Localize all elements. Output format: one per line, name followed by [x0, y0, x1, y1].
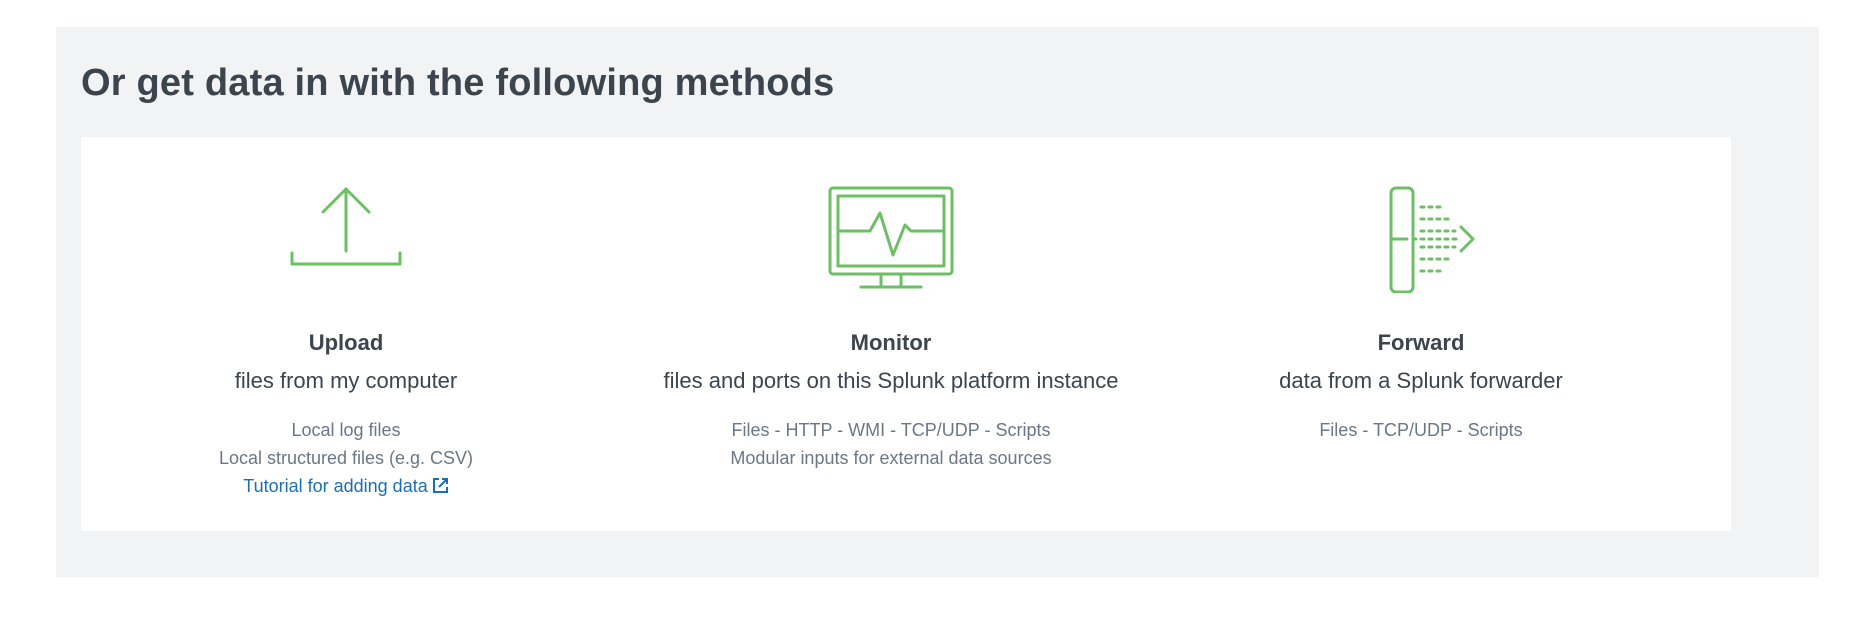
upload-method[interactable]: Upload files from my computer Local log … [201, 137, 491, 531]
forward-method[interactable]: Forward data from a Splunk forwarder Fil… [1256, 137, 1586, 531]
upload-title: Upload [308, 330, 384, 355]
tutorial-link-label: Tutorial for adding data [243, 476, 428, 496]
monitor-detail-line: Modular inputs for external data sources [730, 448, 1052, 468]
monitor-icon [827, 185, 955, 298]
monitor-details: Files - HTTP - WMI - TCP/UDP - Scripts M… [641, 416, 1141, 472]
monitor-title: Monitor [850, 330, 932, 355]
upload-icon [290, 185, 402, 276]
monitor-detail-line: Files - HTTP - WMI - TCP/UDP - Scripts [731, 420, 1051, 440]
methods-card: Upload files from my computer Local log … [81, 137, 1731, 531]
forward-details: Files - TCP/UDP - Scripts [1256, 416, 1586, 444]
forward-detail-line: Files - TCP/UDP - Scripts [1319, 420, 1523, 440]
monitor-method[interactable]: Monitor files and ports on this Splunk p… [641, 137, 1141, 531]
forward-subtitle: data from a Splunk forwarder [1279, 368, 1563, 393]
section-title: Or get data in with the following method… [81, 62, 835, 104]
forward-title: Forward [1377, 330, 1465, 355]
forwarder-icon [1365, 185, 1477, 298]
upload-detail-line: Local log files [291, 420, 401, 440]
external-link-icon [432, 478, 448, 493]
get-data-methods-panel: Or get data in with the following method… [56, 27, 1819, 577]
monitor-subtitle: files and ports on this Splunk platform … [663, 368, 1119, 393]
upload-detail-line: Local structured files (e.g. CSV) [218, 448, 474, 468]
upload-details: Local log files Local structured files (… [201, 416, 491, 500]
tutorial-link[interactable]: Tutorial for adding data [243, 476, 448, 496]
upload-subtitle: files from my computer [234, 368, 458, 393]
